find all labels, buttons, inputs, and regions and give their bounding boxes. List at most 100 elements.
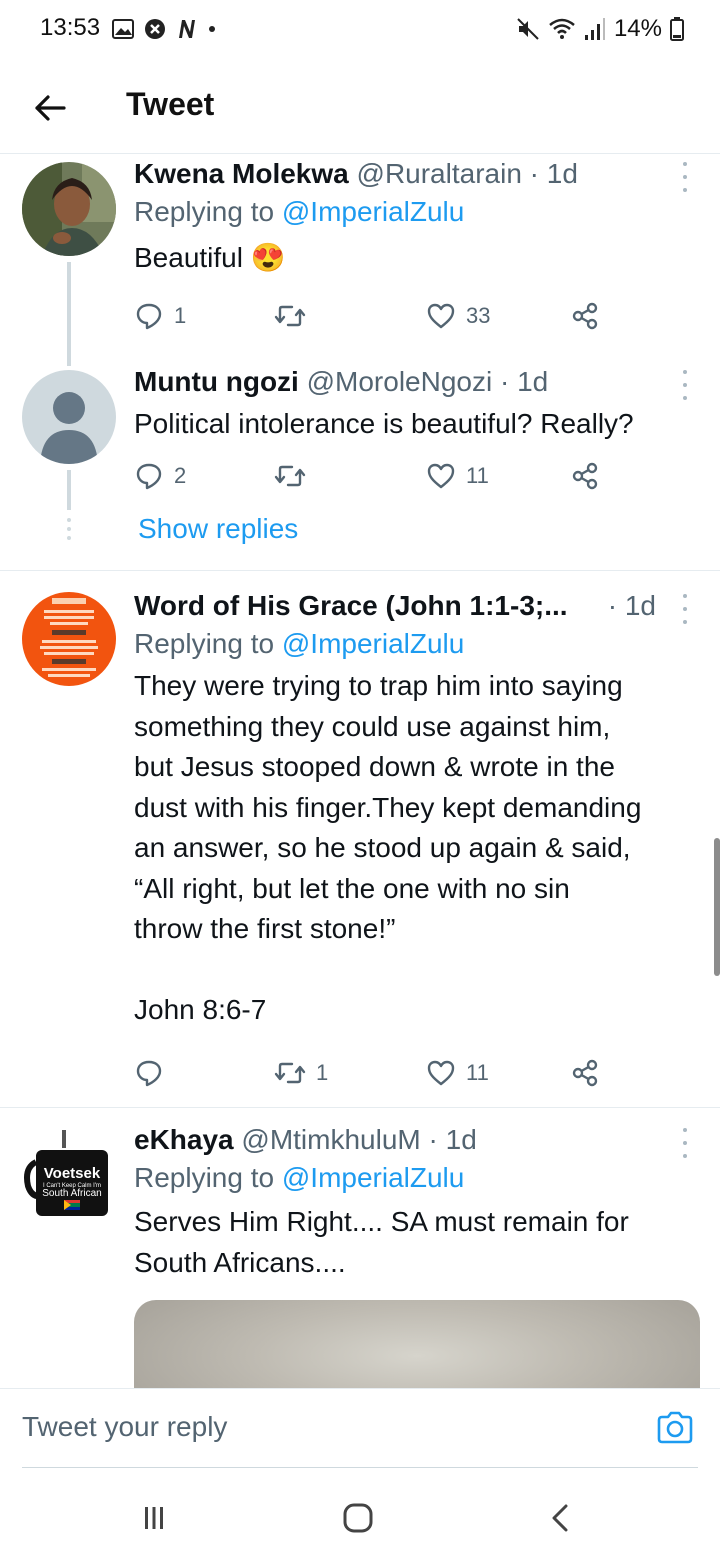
reply-button[interactable] xyxy=(134,1053,174,1093)
tweet-time: · 1d xyxy=(607,590,656,621)
tweet-text: They were trying to trap him into saying… xyxy=(134,670,642,1025)
home-button[interactable] xyxy=(338,1498,378,1538)
retweet-button[interactable] xyxy=(274,296,316,336)
author-handle[interactable]: @MtimkhuluM xyxy=(241,1124,420,1155)
avatar[interactable] xyxy=(22,162,116,256)
recent-apps-button[interactable] xyxy=(134,1498,174,1538)
gallery-icon xyxy=(112,19,134,39)
page-title: Tweet xyxy=(126,86,215,122)
tweet-actions: 2 11 xyxy=(134,456,614,496)
like-button[interactable]: 33 xyxy=(426,296,490,336)
author-handle[interactable]: @Ruraltarain xyxy=(357,158,522,189)
status-time: 13:53 xyxy=(40,14,101,41)
heart-icon xyxy=(427,303,455,329)
share-icon xyxy=(572,462,598,490)
tweet-header: Word of His Grace (John 1:1-3;... · 1d xyxy=(134,588,660,624)
dot-icon xyxy=(209,26,215,32)
retweet-button[interactable]: 1 xyxy=(274,1053,328,1093)
tweet-time: · 1d xyxy=(428,1124,477,1155)
retweet-icon xyxy=(274,1062,306,1084)
news-n-icon xyxy=(179,20,195,38)
recent-apps-icon xyxy=(145,1507,163,1529)
replying-to-link[interactable]: @ImperialZulu xyxy=(282,1162,464,1193)
share-button[interactable] xyxy=(570,296,600,336)
avatar[interactable] xyxy=(22,370,116,464)
tweet-text: Serves Him Right.... SA must remain for … xyxy=(134,1206,629,1278)
reply-count: 1 xyxy=(174,303,187,328)
reply-bubble-icon xyxy=(136,303,162,330)
replying-to-link[interactable]: @ImperialZulu xyxy=(282,196,464,227)
author-name[interactable]: eKhaya xyxy=(134,1124,234,1155)
avatar-text: South African xyxy=(42,1188,101,1199)
author-name[interactable]: Word of His Grace (John 1:1-3;... xyxy=(134,590,568,621)
heart-icon xyxy=(427,463,455,489)
tweet-actions: 1 11 xyxy=(134,1053,614,1093)
more-vertical-icon[interactable] xyxy=(680,162,690,192)
like-count: 11 xyxy=(466,463,489,488)
tweet-body: Word of His Grace (John 1:1-3;... · 1d R… xyxy=(134,588,660,1031)
retweet-icon xyxy=(274,305,306,327)
retweet-button[interactable] xyxy=(274,456,316,496)
battery-percentage: 14% xyxy=(613,15,662,42)
chevron-left-icon xyxy=(552,1504,568,1532)
tweet-text: Political intolerance is beautiful? Real… xyxy=(134,408,634,439)
tweet-header: eKhaya @MtimkhuluM · 1d xyxy=(134,1122,690,1158)
heart-eyes-emoji-icon: 😍 xyxy=(250,242,286,273)
replying-to-link[interactable]: @ImperialZulu xyxy=(282,628,464,659)
scrollbar-thumb[interactable] xyxy=(714,838,720,976)
tweet-time: · 1d xyxy=(529,158,578,189)
share-icon xyxy=(572,302,598,330)
reply-button[interactable]: 1 xyxy=(134,296,186,336)
heart-icon xyxy=(427,1060,455,1086)
author-name[interactable]: Muntu ngozi xyxy=(134,366,299,397)
back-nav-button[interactable] xyxy=(540,1498,580,1538)
arrow-left-icon xyxy=(35,95,66,121)
notification-icons xyxy=(112,14,216,44)
app-header: Tweet xyxy=(0,62,720,154)
retweet-count: 1 xyxy=(316,1060,329,1085)
mute-icon xyxy=(517,18,539,40)
more-vertical-icon[interactable] xyxy=(680,1128,690,1158)
share-button[interactable] xyxy=(570,456,600,496)
like-count: 11 xyxy=(466,1060,489,1085)
shield-icon xyxy=(145,19,165,39)
tweet-body: Muntu ngozi @MoroleNgozi · 1d Political … xyxy=(134,364,690,445)
status-right: 14% xyxy=(516,14,684,44)
thread-line xyxy=(67,470,71,510)
system-nav-bar xyxy=(0,1468,720,1560)
reply-count: 2 xyxy=(174,463,187,488)
divider xyxy=(0,570,720,571)
reply-composer xyxy=(0,1388,720,1468)
tweet-header: Kwena Molekwa @Ruraltarain · 1d xyxy=(134,156,690,192)
tweet-actions: 1 33 xyxy=(134,296,614,336)
reply-button[interactable]: 2 xyxy=(134,456,186,496)
avatar[interactable] xyxy=(22,592,116,686)
author-handle[interactable]: @MoroleNgozi xyxy=(307,366,493,397)
share-button[interactable] xyxy=(570,1053,600,1093)
show-replies-link[interactable]: Show replies xyxy=(138,513,298,545)
battery-icon xyxy=(670,17,684,41)
replying-to: Replying to @ImperialZulu xyxy=(134,1162,465,1193)
camera-button[interactable] xyxy=(656,1411,696,1451)
signal-icon xyxy=(584,18,605,40)
reply-input[interactable] xyxy=(22,1399,622,1455)
back-button[interactable] xyxy=(28,86,72,130)
share-icon xyxy=(572,1059,598,1087)
avatar[interactable]: Voetsek I Can't Keep Calm I'm South Afri… xyxy=(22,1128,116,1222)
tweet-text: Beautiful 😍 xyxy=(134,242,286,273)
like-count: 33 xyxy=(466,303,491,328)
tweet-body: eKhaya @MtimkhuluM · 1d Replying to @Imp… xyxy=(134,1122,690,1283)
author-name[interactable]: Kwena Molekwa xyxy=(134,158,349,189)
retweet-icon xyxy=(274,465,306,487)
like-button[interactable]: 11 xyxy=(426,1053,489,1093)
more-vertical-icon[interactable] xyxy=(680,594,690,624)
home-icon xyxy=(343,1503,373,1533)
tweet-body: Kwena Molekwa @Ruraltarain · 1d Replying… xyxy=(134,156,690,279)
like-button[interactable]: 11 xyxy=(426,456,489,496)
replying-to: Replying to @ImperialZulu xyxy=(134,196,465,227)
wifi-icon xyxy=(549,18,575,39)
more-vertical-icon[interactable] xyxy=(680,370,690,400)
tweet-header: Muntu ngozi @MoroleNgozi · 1d xyxy=(134,364,690,400)
thread-line xyxy=(67,262,71,366)
avatar-text: Voetsek xyxy=(44,1165,101,1182)
